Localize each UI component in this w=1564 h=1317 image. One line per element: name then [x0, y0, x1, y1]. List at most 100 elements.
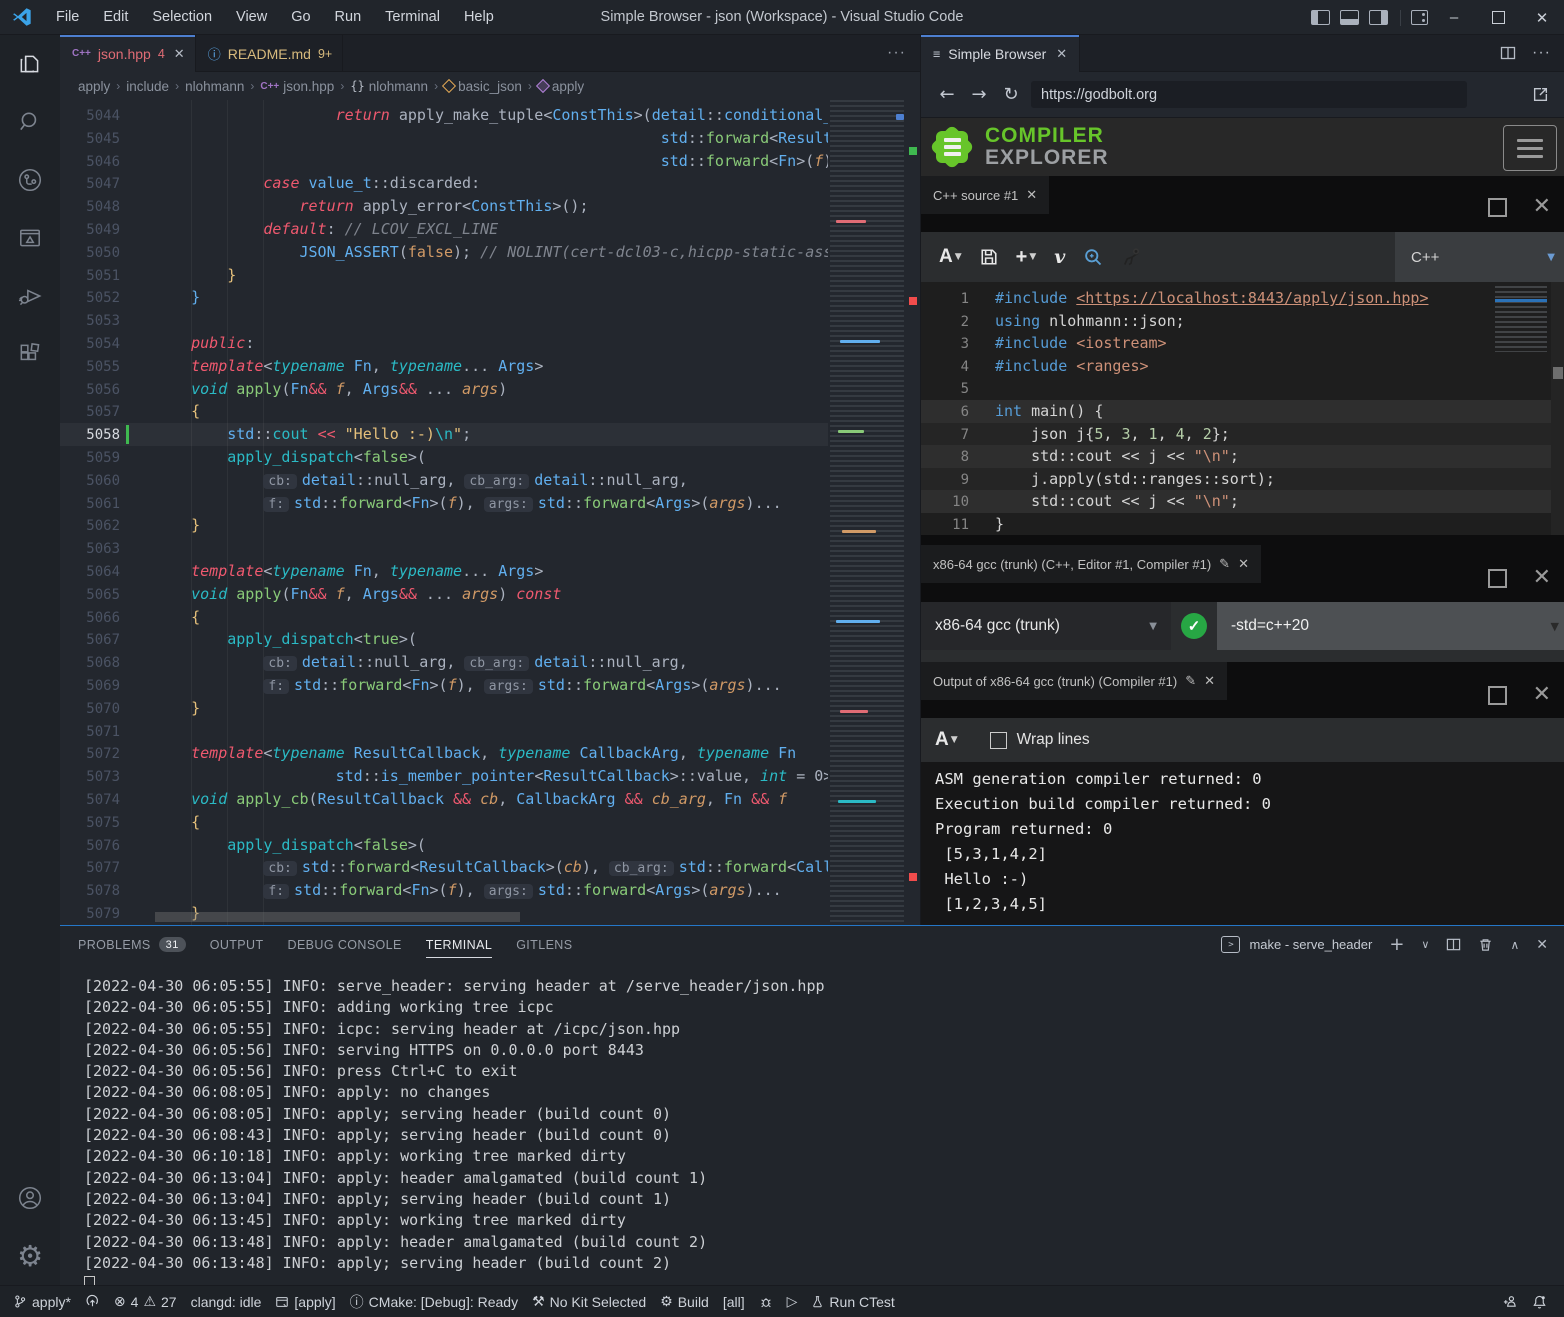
panel-tab-gitlens[interactable]: GITLENS [516, 926, 572, 963]
cmake-panel-icon[interactable] [0, 209, 60, 267]
godbolt-line-3[interactable]: 3#include <iostream> [921, 332, 1564, 355]
output-pane-tab[interactable]: Output of x86-64 gcc (trunk) (Compiler #… [921, 662, 1227, 700]
code-line-5049[interactable]: 5049 default: // LCOV_EXCL_LINE [60, 218, 828, 241]
godbolt-line-6[interactable]: 6int main() { [921, 400, 1564, 423]
toggle-sidebar-icon[interactable] [1311, 10, 1330, 25]
code-line-5059[interactable]: 5059 apply_dispatch<false>( [60, 446, 828, 469]
code-line-5058[interactable]: 5058 std::cout << "Hello :-)\n"; [60, 423, 828, 446]
extensions-icon[interactable] [0, 325, 60, 383]
breadcrumb-item-nlohmann[interactable]: {}nlohmann [350, 79, 428, 94]
code-line-5077[interactable]: 5077 cb:std::forward<ResultCallback>(cb)… [60, 856, 828, 879]
feedback-icon[interactable] [1495, 1294, 1525, 1309]
code-line-5055[interactable]: 5055 template<typename Fn, typename... A… [60, 355, 828, 378]
code-line-5044[interactable]: 5044 return apply_make_tuple<ConstThis>(… [60, 104, 828, 127]
code-line-5061[interactable]: 5061 f:std::forward<Fn>(f), args:std::fo… [60, 492, 828, 515]
url-input[interactable]: https://godbolt.org [1031, 81, 1467, 108]
compiler-select[interactable]: x86-64 gcc (trunk)▼ [921, 602, 1171, 650]
cmake-status-item[interactable]: ⓘCMake: [Debug]: Ready [343, 1292, 525, 1312]
close-pane-icon[interactable]: ✕ [1533, 684, 1551, 706]
breadcrumb-item-basic_json[interactable]: basic_json [444, 79, 522, 94]
maximize-pane-icon[interactable] [1488, 686, 1507, 705]
hamburger-menu-icon[interactable] [1503, 125, 1557, 171]
font-size-icon[interactable]: A▼ [935, 729, 958, 751]
open-external-icon[interactable] [1532, 86, 1549, 103]
code-line-5070[interactable]: 5070 } [60, 697, 828, 720]
godbolt-source-editor[interactable]: 1#include <https://localhost:8443/apply/… [921, 282, 1564, 535]
godbolt-line-8[interactable]: 8 std::cout << j << "\n"; [921, 445, 1564, 468]
code-line-5067[interactable]: 5067 apply_dispatch<true>( [60, 628, 828, 651]
breadcrumb[interactable]: apply›include›nlohmann›C++json.hpp›{}nlo… [60, 72, 920, 100]
code-line-5054[interactable]: 5054 public: [60, 332, 828, 355]
run-debug-icon[interactable] [0, 267, 60, 325]
close-icon[interactable]: ✕ [1026, 188, 1037, 203]
breadcrumb-item-include[interactable]: include [126, 79, 169, 94]
source-control-icon[interactable] [0, 151, 60, 209]
build-item[interactable]: ⚙Build [653, 1294, 716, 1310]
code-line-5069[interactable]: 5069 f:std::forward<Fn>(f), args:std::fo… [60, 674, 828, 697]
code-line-5076[interactable]: 5076 apply_dispatch<false>( [60, 834, 828, 857]
terminal-dropdown-icon[interactable]: ∨ [1421, 938, 1429, 951]
code-line-5050[interactable]: 5050 JSON_ASSERT(false); // NOLINT(cert-… [60, 241, 828, 264]
close-tab-icon[interactable]: ✕ [1056, 46, 1067, 62]
code-line-5052[interactable]: 5052 } [60, 286, 828, 309]
new-terminal-icon[interactable]: + [1389, 934, 1404, 955]
cpp-insights-icon[interactable] [1121, 247, 1141, 267]
toggle-panel-icon[interactable] [1340, 10, 1359, 25]
debug-item[interactable] [752, 1295, 780, 1309]
code-line-5071[interactable]: 5071 [60, 720, 828, 743]
godbolt-line-11[interactable]: 11} [921, 513, 1564, 535]
launch-item[interactable]: ▷ [780, 1294, 805, 1310]
godbolt-line-5[interactable]: 5 [921, 377, 1564, 400]
code-line-5073[interactable]: 5073 std::is_member_pointer<ResultCallba… [60, 765, 828, 788]
clangd-status-item[interactable]: clangd: idle [184, 1294, 269, 1310]
close-pane-icon[interactable]: ✕ [1533, 567, 1551, 589]
settings-gear-icon[interactable]: ⚙ [0, 1227, 60, 1285]
code-line-5063[interactable]: 5063 [60, 537, 828, 560]
code-line-5068[interactable]: 5068 cb:detail::null_arg, cb_arg:detail:… [60, 651, 828, 674]
close-icon[interactable]: ✕ [1204, 674, 1215, 689]
minimize-button[interactable]: – [1432, 0, 1476, 35]
horizontal-scrollbar[interactable] [155, 912, 520, 922]
panel-tab-output[interactable]: OUTPUT [210, 926, 264, 963]
terminal-output[interactable]: [2022-04-30 06:05:55] INFO: serve_header… [60, 963, 1564, 1286]
wrap-lines-checkbox[interactable] [990, 732, 1007, 749]
menu-help[interactable]: Help [454, 6, 504, 28]
rename-icon[interactable]: ✎ [1219, 557, 1230, 572]
more-actions-icon[interactable]: ··· [1532, 44, 1551, 62]
cmake-project-item[interactable]: [apply] [268, 1294, 342, 1310]
maximize-button[interactable] [1476, 0, 1520, 35]
code-line-5072[interactable]: 5072 template<typename ResultCallback, t… [60, 742, 828, 765]
menu-view[interactable]: View [226, 6, 277, 28]
terminal-process-label[interactable]: make - serve_header [1249, 937, 1372, 952]
kit-item[interactable]: ⚒No Kit Selected [525, 1294, 653, 1310]
problems-item[interactable]: ⊗4 ⚠27 [107, 1294, 184, 1310]
forward-icon[interactable]: → [963, 84, 995, 105]
code-line-5078[interactable]: 5078 f:std::forward<Fn>(f), args:std::fo… [60, 879, 828, 902]
panel-tab-problems[interactable]: PROBLEMS31 [78, 926, 186, 963]
code-line-5045[interactable]: 5045 std::forward<ResultType [60, 127, 828, 150]
rename-icon[interactable]: ✎ [1185, 674, 1196, 689]
breadcrumb-item-apply[interactable]: apply [78, 79, 110, 94]
close-panel-icon[interactable]: ✕ [1536, 937, 1548, 953]
panel-tab-terminal[interactable]: TERMINAL [426, 926, 492, 963]
menu-go[interactable]: Go [281, 6, 320, 28]
godbolt-line-1[interactable]: 1#include <https://localhost:8443/apply/… [921, 287, 1564, 310]
maximize-panel-icon[interactable]: ∧ [1510, 938, 1519, 952]
code-line-5051[interactable]: 5051 } [60, 264, 828, 287]
breadcrumb-item-json.hpp[interactable]: C++json.hpp [260, 79, 334, 94]
close-tab-icon[interactable]: ✕ [174, 46, 185, 62]
code-line-5060[interactable]: 5060 cb:detail::null_arg, cb_arg:detail:… [60, 469, 828, 492]
godbolt-line-9[interactable]: 9 j.apply(std::ranges::sort); [921, 468, 1564, 491]
quick-bench-icon[interactable] [1083, 247, 1103, 267]
split-editor-icon[interactable] [1500, 45, 1516, 61]
close-pane-icon[interactable]: ✕ [1533, 196, 1551, 218]
minimap[interactable] [830, 100, 904, 925]
menu-file[interactable]: File [46, 6, 89, 28]
code-line-5066[interactable]: 5066 { [60, 606, 828, 629]
breadcrumb-item-apply[interactable]: apply [538, 79, 584, 94]
source-pane-tab[interactable]: C++ source #1✕ [921, 176, 1049, 214]
code-line-5064[interactable]: 5064 template<typename Fn, typename... A… [60, 560, 828, 583]
code-line-5048[interactable]: 5048 return apply_error<ConstThis>(); [60, 195, 828, 218]
tab-json-hpp[interactable]: C++ json.hpp 4 ✕ [60, 35, 196, 72]
close-icon[interactable]: ✕ [1238, 557, 1249, 572]
